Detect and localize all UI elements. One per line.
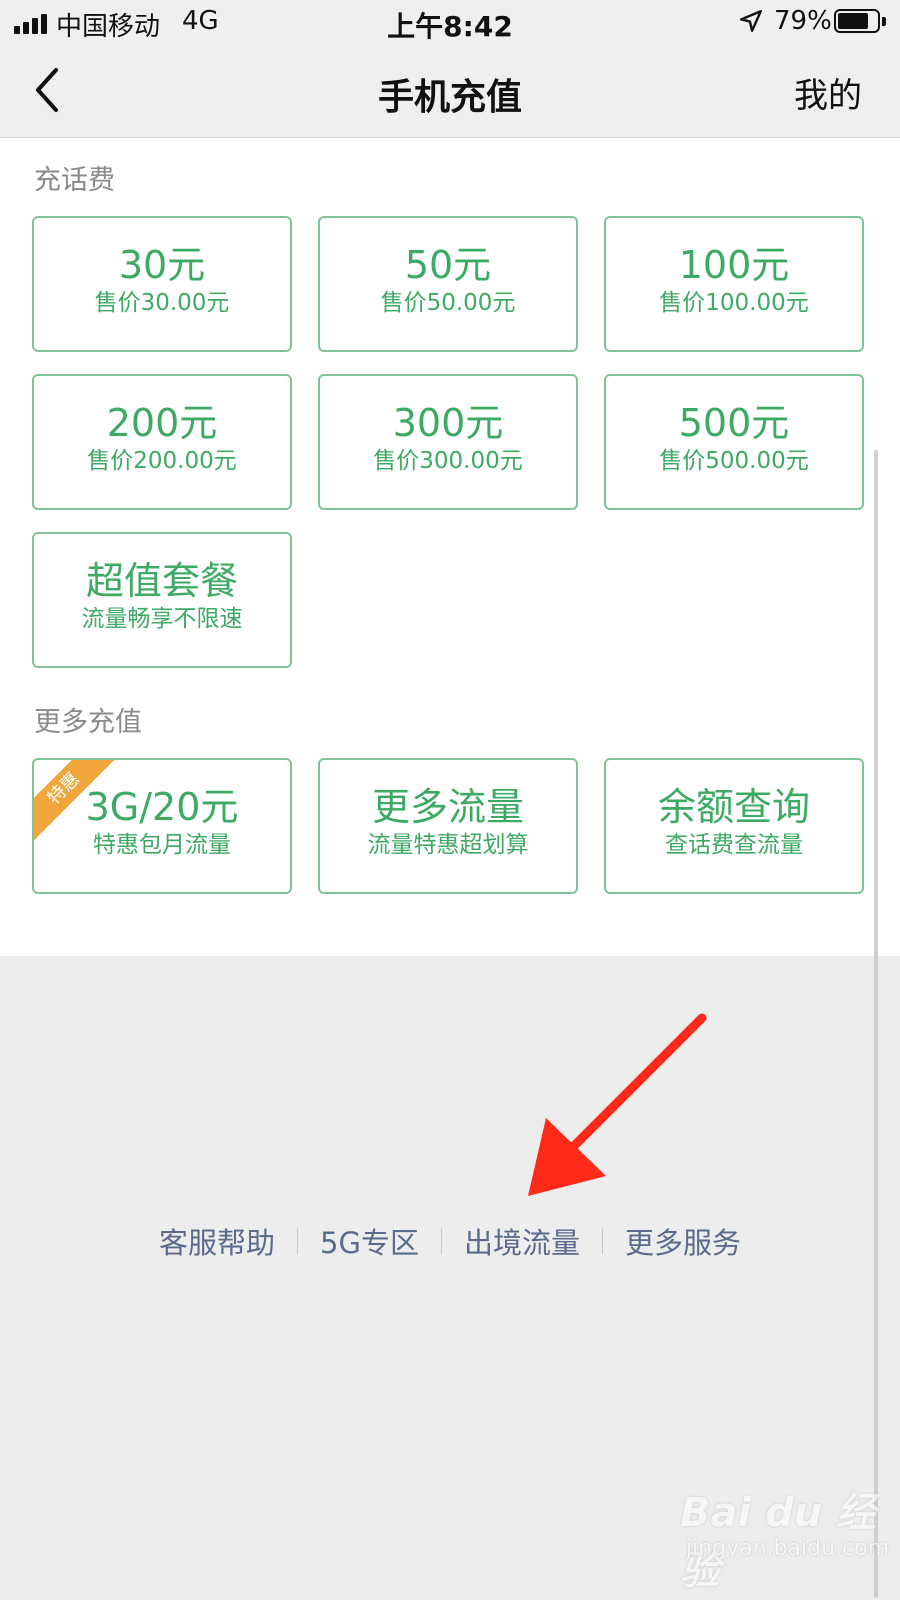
tile-sub: 流量特惠超划算	[367, 832, 529, 858]
footer-links: 客服帮助 5G专区 出境流量 更多服务	[0, 1218, 900, 1264]
tile-sub: 查话费查流量	[665, 832, 803, 858]
status-bar: 中国移动 4G 上午8:42 79%	[0, 0, 900, 46]
nav-bar: 手机充值 我的	[0, 46, 900, 138]
tile-main: 3G/20元	[85, 785, 239, 829]
battery-fill	[838, 13, 869, 29]
footer-link-5g[interactable]: 5G专区	[298, 1220, 441, 1262]
footer-link-overseas-data[interactable]: 出境流量	[442, 1220, 602, 1262]
recharge-tile-100[interactable]: 100元 售价100.00元	[604, 216, 864, 352]
recharge-tile-200[interactable]: 200元 售价200.00元	[32, 374, 292, 510]
battery-icon	[834, 9, 888, 35]
tile-price: 流量畅享不限速	[81, 606, 243, 632]
recharge-panel: 充话费 30元 售价30.00元 50元 售价50.00元 100元 售价100…	[0, 138, 900, 956]
tile-amount: 30元	[118, 243, 206, 287]
footer-link-more-services[interactable]: 更多服务	[603, 1220, 763, 1262]
tile-amount: 300元	[392, 401, 504, 445]
tile-amount: 500元	[678, 401, 790, 445]
section-title-recharge: 充话费	[34, 165, 115, 196]
my-button[interactable]: 我的	[794, 68, 862, 117]
tile-amount: 50元	[404, 243, 492, 287]
tile-main: 更多流量	[371, 785, 524, 829]
section-title-more: 更多充值	[34, 707, 142, 738]
red-arrow-annotation	[528, 1013, 707, 1196]
baidu-watermark: Bai du 经验 jingyan.baidu.com	[680, 1470, 890, 1594]
page-title: 手机充值	[377, 77, 522, 118]
tile-price: 售价300.00元	[373, 448, 523, 474]
tile-amount: 100元	[678, 243, 790, 287]
tile-price: 售价500.00元	[659, 448, 809, 474]
tile-price: 售价100.00元	[659, 290, 809, 316]
recharge-tile-300[interactable]: 300元 售价300.00元	[318, 374, 578, 510]
recharge-tile-500[interactable]: 500元 售价500.00元	[604, 374, 864, 510]
tile-amount: 超值套餐	[85, 559, 238, 603]
footer-link-help[interactable]: 客服帮助	[137, 1220, 297, 1262]
tile-price: 售价50.00元	[380, 290, 516, 316]
location-arrow-icon	[740, 10, 762, 32]
watermark-url: jingyan.baidu.com	[686, 1536, 890, 1561]
tile-sub: 特惠包月流量	[93, 832, 231, 858]
recharge-tile-50[interactable]: 50元 售价50.00元	[318, 216, 578, 352]
value-package-tile[interactable]: 超值套餐 流量畅享不限速	[32, 532, 292, 668]
status-time: 上午8:42	[387, 10, 513, 43]
recharge-tile-30[interactable]: 30元 售价30.00元	[32, 216, 292, 352]
tile-amount: 200元	[106, 401, 218, 445]
tile-price: 售价30.00元	[94, 290, 230, 316]
scrollbar[interactable]	[874, 450, 878, 1598]
data-package-tile[interactable]: 特惠 3G/20元 特惠包月流量	[32, 758, 292, 894]
battery-percent: 79%	[774, 6, 832, 36]
tile-price: 售价200.00元	[87, 448, 237, 474]
more-data-tile[interactable]: 更多流量 流量特惠超划算	[318, 758, 578, 894]
tile-main: 余额查询	[657, 785, 810, 829]
balance-query-tile[interactable]: 余额查询 查话费查流量	[604, 758, 864, 894]
